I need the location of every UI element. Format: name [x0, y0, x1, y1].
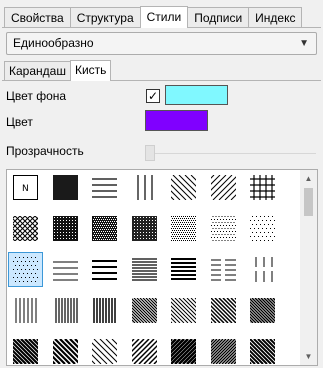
- sub-tab-bar: Карандаш Кисть: [4, 60, 112, 81]
- color-label: Цвет: [6, 115, 33, 129]
- pattern-cell-diag-down[interactable]: [167, 171, 200, 204]
- pattern-cell-horiz-thin[interactable]: [49, 253, 82, 286]
- pattern-cell-N[interactable]: N: [9, 171, 42, 204]
- pattern-cell-diag-thin2[interactable]: [88, 335, 121, 365]
- pattern-cell-horiz[interactable]: [88, 171, 121, 204]
- subtab-pencil[interactable]: Карандаш: [4, 61, 71, 81]
- vertical-scrollbar[interactable]: ▲ ▼: [300, 170, 317, 365]
- tab-bar: Свойства Структура Стили Подписи Индекс: [4, 6, 303, 28]
- pattern-cell-dense-5[interactable]: [207, 212, 240, 245]
- pattern-cell-dense-3[interactable]: [128, 212, 161, 245]
- pattern-cell-dense-4[interactable]: [167, 212, 200, 245]
- pattern-cell-diag-thin[interactable]: [167, 294, 200, 327]
- pattern-cell-diag-thick2[interactable]: [49, 335, 82, 365]
- pattern-cell-horiz-dash[interactable]: [207, 253, 240, 286]
- pattern-cell-diag-up[interactable]: [207, 171, 240, 204]
- tab-styles[interactable]: Стили: [139, 6, 189, 28]
- pattern-cell-diag-dense2[interactable]: [207, 335, 240, 365]
- pattern-cell-vert-thin[interactable]: [9, 294, 42, 327]
- color-swatch[interactable]: [145, 110, 208, 131]
- transparency-slider-thumb[interactable]: [145, 145, 155, 161]
- arrow-down-icon[interactable]: ▼: [300, 348, 317, 365]
- pattern-cell-dense-2[interactable]: [88, 212, 121, 245]
- pattern-cell-horiz-dense2[interactable]: [167, 253, 200, 286]
- pattern-cell-vert-dash[interactable]: [246, 253, 279, 286]
- svg-text:N: N: [22, 184, 29, 194]
- chevron-down-icon: ▼: [299, 38, 309, 49]
- transparency-slider-track[interactable]: [146, 153, 316, 154]
- pattern-cell-dense-1[interactable]: [49, 212, 82, 245]
- pattern-cell-horiz-med[interactable]: [88, 253, 121, 286]
- style-mode-dropdown[interactable]: Единообразно ▼: [6, 32, 317, 55]
- style-mode-value: Единообразно: [13, 36, 94, 50]
- pattern-cell-vert-wave[interactable]: [128, 294, 161, 327]
- pattern-cell-vert-med[interactable]: [49, 294, 82, 327]
- pattern-cell-diag-thick3[interactable]: [167, 335, 200, 365]
- tab-index[interactable]: Индекс: [248, 7, 303, 28]
- subtab-brush[interactable]: Кисть: [69, 60, 112, 81]
- subpanel-border: [2, 80, 321, 81]
- pattern-cell-dense-6[interactable]: [246, 212, 279, 245]
- pattern-cell-diag-med2[interactable]: [128, 335, 161, 365]
- pattern-cell-cross[interactable]: [246, 171, 279, 204]
- tab-labels[interactable]: Подписи: [187, 7, 250, 28]
- background-color-label: Цвет фона: [6, 89, 67, 103]
- pattern-cell-dots-sparse[interactable]: [8, 252, 43, 287]
- scrollbar-thumb[interactable]: [304, 188, 313, 216]
- pattern-cell-diag-cross[interactable]: [9, 212, 42, 245]
- pattern-cell-diag-dense[interactable]: [246, 294, 279, 327]
- background-color-swatch[interactable]: [165, 85, 228, 105]
- pattern-cell-solid[interactable]: [49, 171, 82, 204]
- pattern-cell-diag-med[interactable]: [207, 294, 240, 327]
- checkmark-icon: ✓: [147, 89, 159, 103]
- arrow-up-icon[interactable]: ▲: [300, 170, 317, 187]
- tab-properties[interactable]: Свойства: [4, 7, 71, 28]
- transparency-label: Прозрачность: [6, 144, 84, 158]
- pattern-grid: N ▲ ▼: [6, 169, 318, 366]
- pattern-cell-diag-thick[interactable]: [9, 335, 42, 365]
- pattern-cell-horiz-dense[interactable]: [128, 253, 161, 286]
- background-color-checkbox[interactable]: ✓: [146, 89, 160, 103]
- pattern-cell-vert[interactable]: [128, 171, 161, 204]
- pattern-cell-diag-dense3[interactable]: [246, 335, 279, 365]
- pattern-cell-vert-dense[interactable]: [88, 294, 121, 327]
- tab-structure[interactable]: Структура: [69, 7, 141, 28]
